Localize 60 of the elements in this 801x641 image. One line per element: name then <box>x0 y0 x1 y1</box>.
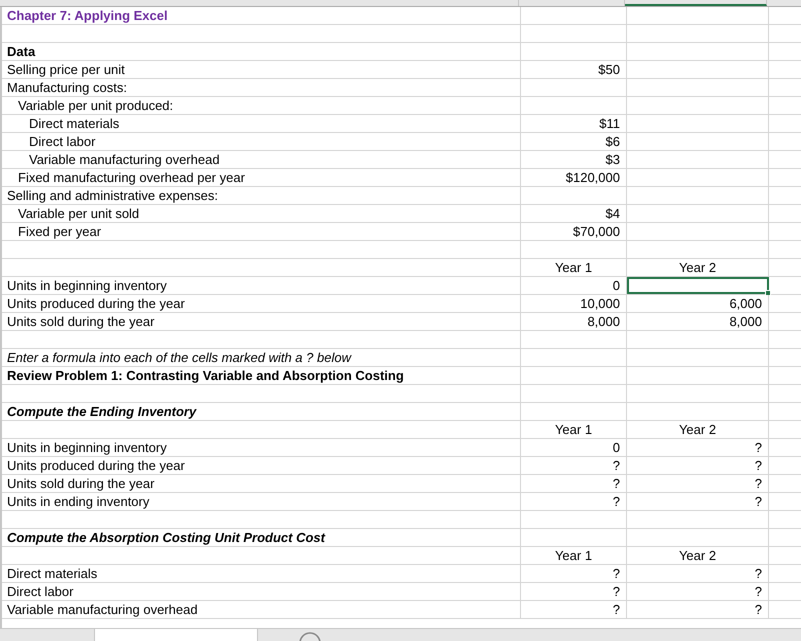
fill-handle-icon[interactable] <box>765 290 771 296</box>
cell-value: ? <box>754 458 762 473</box>
column-header: Year 2 <box>678 260 716 275</box>
cell-value: ? <box>754 476 762 491</box>
cell-value: 8,000 <box>729 314 762 329</box>
row-label: Chapter 7: Applying Excel <box>6 8 168 23</box>
row-label: Units produced during the year <box>6 296 185 311</box>
cell-value: ? <box>754 494 762 509</box>
column-header: Year 2 <box>678 422 716 437</box>
row-label: Enter a formula into each of the cells marked with a ? below <box>6 350 351 365</box>
cell-value: $70,000 <box>573 224 620 239</box>
row-label: Units in beginning inventory <box>6 278 167 293</box>
cell-value: $120,000 <box>566 170 620 185</box>
cell-value: ? <box>612 494 620 509</box>
cell-value: $50 <box>598 62 620 77</box>
cell-value: ? <box>754 584 762 599</box>
row-label: Direct labor <box>6 584 74 599</box>
cell-value: 10,000 <box>580 296 620 311</box>
row-label: Direct labor <box>28 134 96 149</box>
cell-value: 8,000 <box>587 314 620 329</box>
row-label: Review Problem 1: Contrasting Variable and Absorption Costing <box>6 368 404 383</box>
row-label: Direct materials <box>6 566 98 581</box>
row-label: Manufacturing costs: <box>6 80 127 95</box>
cell-value: ? <box>612 458 620 473</box>
cell-value: ? <box>612 476 620 491</box>
row-label: Fixed per year <box>17 224 102 239</box>
column-header: Year 1 <box>554 548 592 563</box>
cell-value: ? <box>754 566 762 581</box>
row-label: Units sold during the year <box>6 314 154 329</box>
row-label: Units in beginning inventory <box>6 440 167 455</box>
row-label: Units in ending inventory <box>6 494 150 509</box>
row-label: Compute the Ending Inventory <box>6 404 196 419</box>
cell-value: 0 <box>612 278 620 293</box>
selected-cell[interactable] <box>627 277 769 294</box>
row-label: Units produced during the year <box>6 458 185 473</box>
cell-value: ? <box>612 602 620 617</box>
column-header: Year 1 <box>554 422 592 437</box>
row-label: Variable manufacturing overhead <box>6 602 198 617</box>
row-label: Fixed manufacturing overhead per year <box>17 170 245 185</box>
column-header: Year 1 <box>554 260 592 275</box>
row-label: Compute the Absorption Costing Unit Product Cost <box>6 530 325 545</box>
row-label: Variable per unit produced: <box>17 98 174 113</box>
row-label: Data <box>6 44 36 59</box>
row-label: Selling price per unit <box>6 62 125 77</box>
cell-value: ? <box>754 440 762 455</box>
cell-value: ? <box>754 602 762 617</box>
column-header: Year 2 <box>678 548 716 563</box>
row-label: Direct materials <box>28 116 120 131</box>
row-label: Units sold during the year <box>6 476 154 491</box>
cell-value: $3 <box>606 152 620 167</box>
row-label: Variable per unit sold <box>17 206 140 221</box>
cell-value: $6 <box>606 134 620 149</box>
cell-value: ? <box>612 584 620 599</box>
cell-value: $4 <box>606 206 620 221</box>
cell-value: 0 <box>612 440 620 455</box>
cell-value: 6,000 <box>729 296 762 311</box>
row-label: Variable manufacturing overhead <box>28 152 220 167</box>
row-label: Selling and administrative expenses: <box>6 188 218 203</box>
cell-value: $11 <box>599 116 620 131</box>
cell-value: ? <box>612 566 620 581</box>
